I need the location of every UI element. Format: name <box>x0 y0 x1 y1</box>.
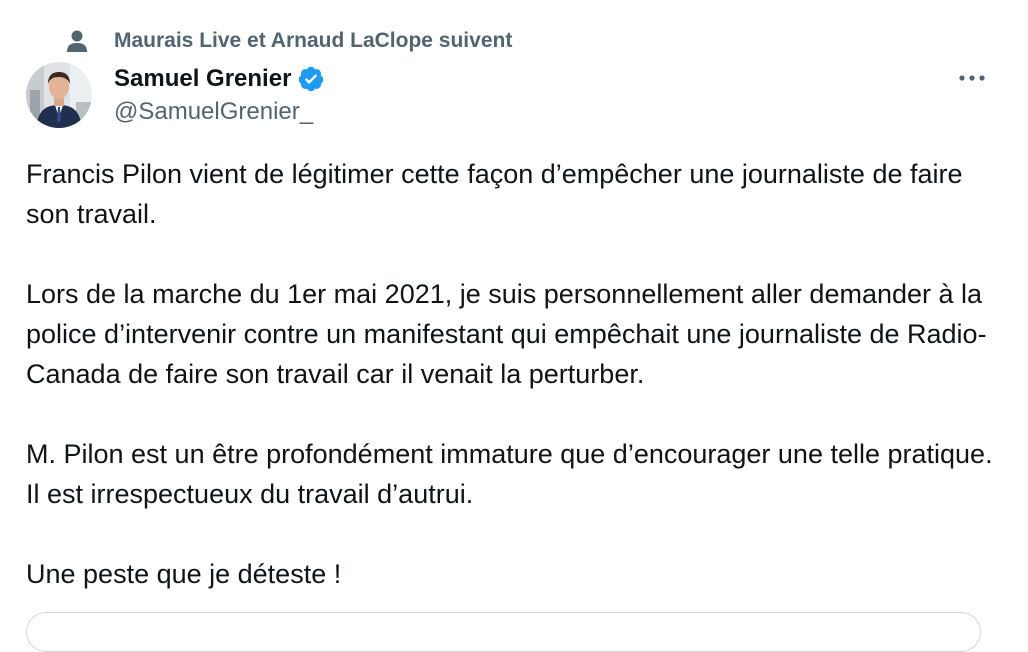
social-context[interactable]: Maurais Live et Arnaud LaClope suivent <box>66 26 512 56</box>
author-block[interactable]: Samuel Grenier @SamuelGrenier_ <box>114 62 325 126</box>
verified-badge-icon[interactable] <box>297 65 325 93</box>
tweet-paragraph: Une peste que je déteste ! <box>26 559 342 589</box>
person-icon <box>66 26 96 56</box>
handle[interactable]: @SamuelGrenier_ <box>114 98 325 126</box>
avatar[interactable] <box>26 62 92 128</box>
more-dots-icon <box>958 69 986 87</box>
tweet-paragraph: Francis Pilon vient de légitimer cette f… <box>26 159 971 229</box>
tweet-paragraph: Lors de la marche du 1er mai 2021, je su… <box>26 279 990 389</box>
social-context-text[interactable]: Maurais Live et Arnaud LaClope suivent <box>114 29 512 53</box>
tweet-text: Francis Pilon vient de légitimer cette f… <box>26 154 1001 594</box>
more-button[interactable] <box>950 64 994 92</box>
embedded-card[interactable] <box>26 612 981 652</box>
tweet-paragraph: M. Pilon est un être profondément immatu… <box>26 439 1008 509</box>
display-name[interactable]: Samuel Grenier <box>114 65 291 93</box>
